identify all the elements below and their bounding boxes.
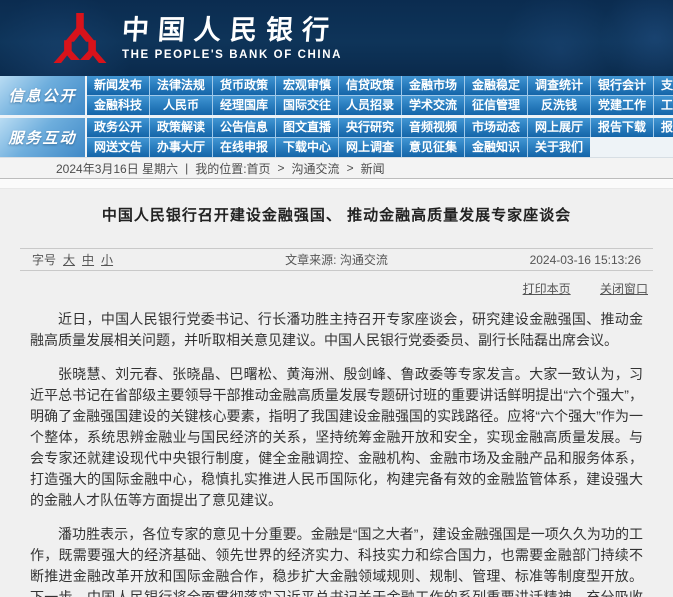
nav-item[interactable]: 关于我们 [527, 137, 590, 157]
nav-grid: 新闻发布 法律法规 货币政策 宏观审慎 信贷政策 金融市场 金融稳定 调查统计 … [87, 76, 673, 115]
nav-item[interactable]: 支付体系 [653, 76, 673, 95]
nav-item[interactable]: 金融知识 [464, 137, 527, 157]
pboc-news-page: 中国人民银行 THE PEOPLE'S BANK OF CHINA 信息公开 新… [0, 0, 673, 597]
print-page-button[interactable]: 打印本页 [523, 282, 571, 296]
nav-section-information: 信息公开 新闻发布 法律法规 货币政策 宏观审慎 信贷政策 金融市场 金融稳定 … [0, 76, 673, 115]
site-header: 中国人民银行 THE PEOPLE'S BANK OF CHINA [0, 0, 673, 76]
nav-item[interactable]: 在线申报 [212, 137, 275, 157]
breadcrumb-separator: | [185, 161, 188, 175]
nav-item[interactable]: 信贷政策 [338, 76, 401, 95]
article-paragraph: 张晓慧、刘元春、张晓晶、巴曙松、黄海洲、殷剑峰、鲁政委等专家发言。大家一致认为，… [30, 364, 643, 511]
breadcrumb-home[interactable]: 我的位置:首页 [195, 160, 270, 177]
nav-item[interactable]: 办事大厅 [149, 137, 212, 157]
nav-item[interactable]: 报告下载 [590, 118, 653, 137]
article-paragraph: 近日，中国人民银行党委书记、行长潘功胜主持召开专家座谈会，研究建设金融强国、推动… [30, 309, 643, 351]
font-size-controls: 字号 大 中 小 [32, 251, 232, 268]
nav-item[interactable]: 图文直播 [275, 118, 338, 137]
article-body: 近日，中国人民银行党委书记、行长潘功胜主持召开专家座谈会，研究建设金融强国、推动… [0, 303, 673, 597]
nav-label-information-disclosure[interactable]: 信息公开 [0, 76, 85, 115]
breadcrumb-chevron: > [347, 161, 354, 175]
nav-row: 网送文告 办事大厅 在线申报 下载中心 网上调查 意见征集 金融知识 关于我们 [87, 137, 673, 157]
nav-item[interactable]: 金融稳定 [464, 76, 527, 95]
nav-grid: 政务公开 政策解读 公告信息 图文直播 央行研究 音频视频 市场动态 网上展厅 … [87, 118, 673, 157]
article-datetime: 2024-03-16 15:13:26 [441, 253, 641, 267]
nav-item[interactable]: 工会工作 [653, 95, 673, 115]
nav-item[interactable]: 学术交流 [401, 95, 464, 115]
nav-item[interactable]: 金融科技 [87, 95, 149, 115]
nav-item[interactable]: 政务公开 [87, 118, 149, 137]
nav-item[interactable]: 人民币 [149, 95, 212, 115]
pboc-emblem-icon [52, 10, 108, 66]
close-window-button[interactable]: 关闭窗口 [600, 282, 648, 296]
breadcrumb-chevron: > [278, 161, 285, 175]
font-size-label: 字号 [32, 251, 56, 268]
nav-label-service-interaction[interactable]: 服务互动 [0, 118, 85, 157]
font-size-small-button[interactable]: 小 [101, 251, 113, 268]
nav-row: 金融科技 人民币 经理国库 国际交往 人员招录 学术交流 征信管理 反洗钱 党建… [87, 95, 673, 115]
nav-item[interactable]: 音频视频 [401, 118, 464, 137]
article-actions: 打印本页 关闭窗口 [0, 271, 673, 303]
nav-item[interactable]: 市场动态 [464, 118, 527, 137]
nav-item[interactable]: 法律法规 [149, 76, 212, 95]
nav-item[interactable]: 国际交往 [275, 95, 338, 115]
nav-item[interactable]: 调查统计 [527, 76, 590, 95]
divider-band [0, 179, 673, 189]
main-navigation: 信息公开 新闻发布 法律法规 货币政策 宏观审慎 信贷政策 金融市场 金融稳定 … [0, 76, 673, 158]
nav-row: 新闻发布 法律法规 货币政策 宏观审慎 信贷政策 金融市场 金融稳定 调查统计 … [87, 76, 673, 95]
article-paragraph: 潘功胜表示，各位专家的意见十分重要。金融是“国之大者”，建设金融强国是一项久久为… [30, 524, 643, 597]
nav-item[interactable]: 报刊年鉴 [653, 118, 673, 137]
nav-item[interactable]: 意见征集 [401, 137, 464, 157]
nav-item[interactable]: 人员招录 [338, 95, 401, 115]
nav-item[interactable]: 银行会计 [590, 76, 653, 95]
nav-item[interactable]: 公告信息 [212, 118, 275, 137]
breadcrumb-current-page: 新闻 [361, 160, 385, 177]
breadcrumb-channel[interactable]: 沟通交流 [292, 160, 340, 177]
nav-item[interactable]: 网上调查 [338, 137, 401, 157]
article-meta-bar: 字号 大 中 小 文章来源: 沟通交流 2024-03-16 15:13:26 [20, 248, 653, 271]
nav-item[interactable]: 新闻发布 [87, 76, 149, 95]
bank-name-cn: 中国人民银行 [121, 15, 343, 46]
article-content: 中国人民银行召开建设金融强国、 推动金融高质量发展专家座谈会 字号 大 中 小 … [0, 189, 673, 597]
nav-item[interactable]: 网上展厅 [527, 118, 590, 137]
page-title: 中国人民银行召开建设金融强国、 推动金融高质量发展专家座谈会 [0, 204, 673, 225]
article-source: 文章来源: 沟通交流 [232, 251, 441, 268]
current-date: 2024年3月16日 星期六 [56, 160, 178, 177]
nav-item[interactable]: 下载中心 [275, 137, 338, 157]
nav-section-services: 服务互动 政务公开 政策解读 公告信息 图文直播 央行研究 音频视频 市场动态 … [0, 118, 673, 157]
nav-item[interactable]: 金融市场 [401, 76, 464, 95]
nav-item[interactable]: 政策解读 [149, 118, 212, 137]
nav-item[interactable]: 网送文告 [87, 137, 149, 157]
nav-item[interactable]: 征信管理 [464, 95, 527, 115]
font-size-medium-button[interactable]: 中 [82, 251, 94, 268]
nav-item[interactable]: 货币政策 [212, 76, 275, 95]
nav-item[interactable]: 经理国库 [212, 95, 275, 115]
nav-item[interactable]: 央行研究 [338, 118, 401, 137]
nav-row: 政务公开 政策解读 公告信息 图文直播 央行研究 音频视频 市场动态 网上展厅 … [87, 118, 673, 137]
nav-item[interactable]: 党建工作 [590, 95, 653, 115]
breadcrumb: 2024年3月16日 星期六 | 我的位置:首页 > 沟通交流 > 新闻 [0, 158, 673, 179]
nav-item[interactable]: 宏观审慎 [275, 76, 338, 95]
nav-item[interactable]: 反洗钱 [527, 95, 590, 115]
bank-name-en: THE PEOPLE'S BANK OF CHINA [122, 49, 342, 61]
font-size-large-button[interactable]: 大 [63, 251, 75, 268]
